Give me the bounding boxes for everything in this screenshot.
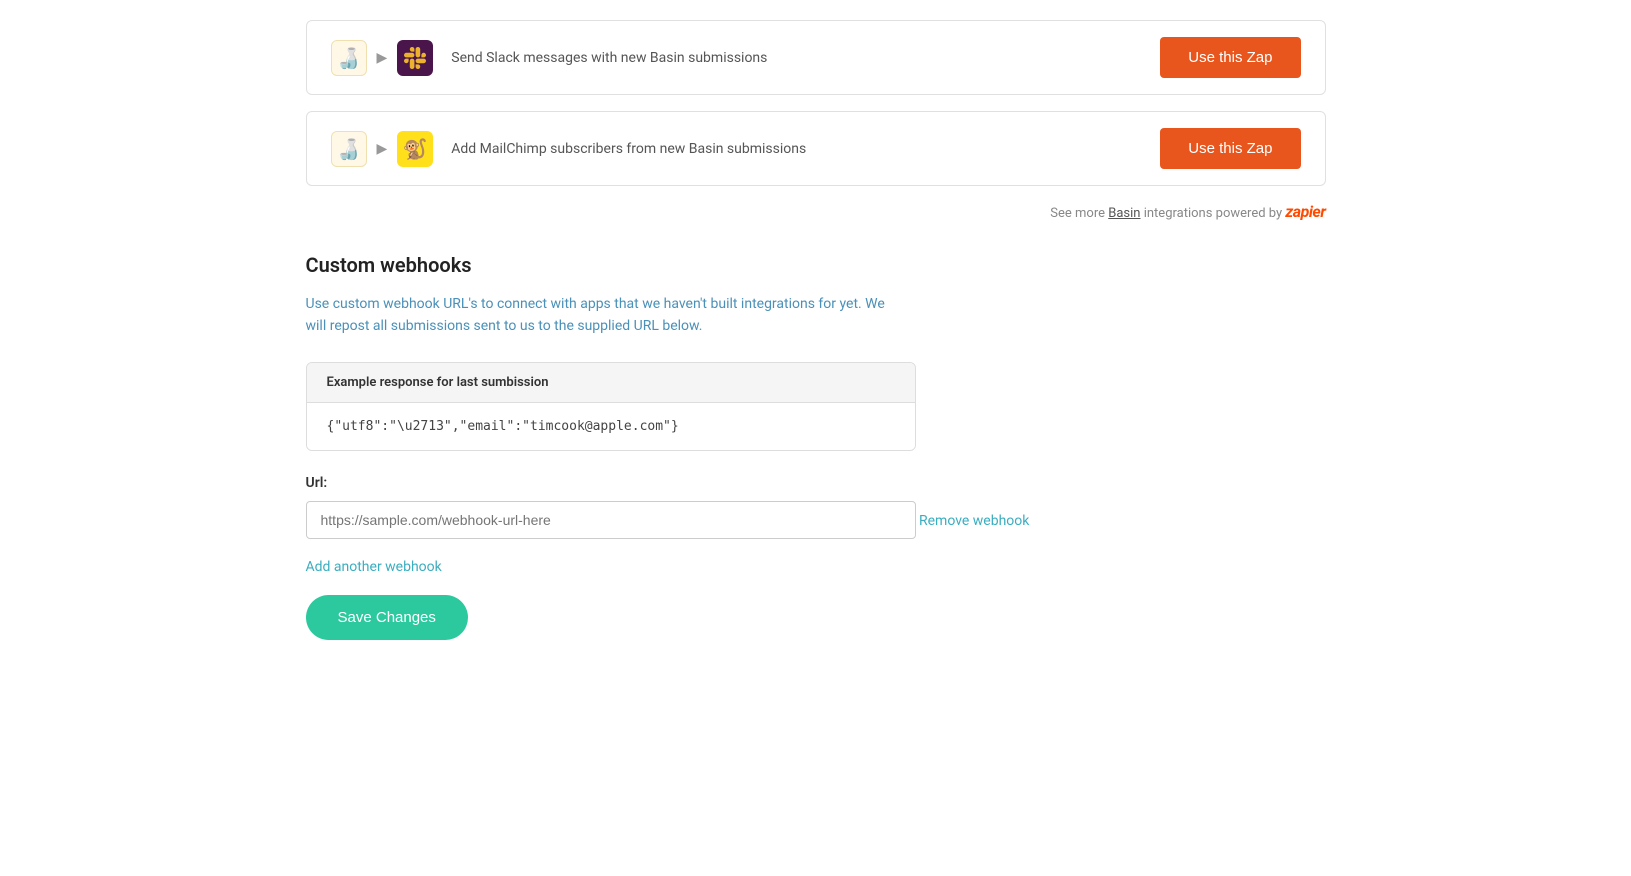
zapier-footer-suffix: integrations powered by <box>1140 206 1282 221</box>
zapier-logo: zapier <box>1285 202 1325 221</box>
use-zap-button-mailchimp[interactable]: Use this Zap <box>1160 128 1300 169</box>
remove-webhook-link[interactable]: Remove webhook <box>919 513 1029 529</box>
add-webhook-link[interactable]: Add another webhook <box>306 559 442 575</box>
zap-card-mailchimp: 🍶 ▶ 🐒 Add MailChimp subscribers from new… <box>306 111 1326 186</box>
custom-webhooks-title: Custom webhooks <box>306 253 1326 277</box>
use-zap-button-slack[interactable]: Use this Zap <box>1160 37 1300 78</box>
example-box-body: {"utf8":"\u2713","email":"timcook@apple.… <box>307 403 915 450</box>
arrow-icon-mailchimp: ▶ <box>377 141 388 157</box>
zap-card-left-mailchimp: 🍶 ▶ 🐒 Add MailChimp subscribers from new… <box>331 131 807 167</box>
url-label: Url: <box>306 475 1326 491</box>
page-container: 🍶 ▶ Send Slack messages with new Basin s… <box>266 0 1366 660</box>
zap-card-slack: 🍶 ▶ Send Slack messages with new Basin s… <box>306 20 1326 95</box>
zapier-footer: See more Basin integrations powered by z… <box>306 202 1326 221</box>
zap-description-slack: Send Slack messages with new Basin submi… <box>451 50 767 66</box>
basin-icon-slack: 🍶 <box>331 40 367 76</box>
slack-service-icon <box>397 40 433 76</box>
basin-icon-mailchimp: 🍶 <box>331 131 367 167</box>
mailchimp-service-icon: 🐒 <box>397 131 433 167</box>
basin-link[interactable]: Basin <box>1108 206 1140 221</box>
example-response-box: Example response for last sumbission {"u… <box>306 362 916 451</box>
zap-description-mailchimp: Add MailChimp subscribers from new Basin… <box>451 141 806 157</box>
zap-card-left-slack: 🍶 ▶ Send Slack messages with new Basin s… <box>331 40 768 76</box>
url-input[interactable] <box>306 501 916 539</box>
arrow-icon-slack: ▶ <box>377 50 388 66</box>
example-box-header: Example response for last sumbission <box>307 363 915 403</box>
zapier-footer-prefix: See more <box>1050 206 1108 221</box>
save-changes-button[interactable]: Save Changes <box>306 595 468 640</box>
custom-webhooks-description: Use custom webhook URL's to connect with… <box>306 293 906 338</box>
